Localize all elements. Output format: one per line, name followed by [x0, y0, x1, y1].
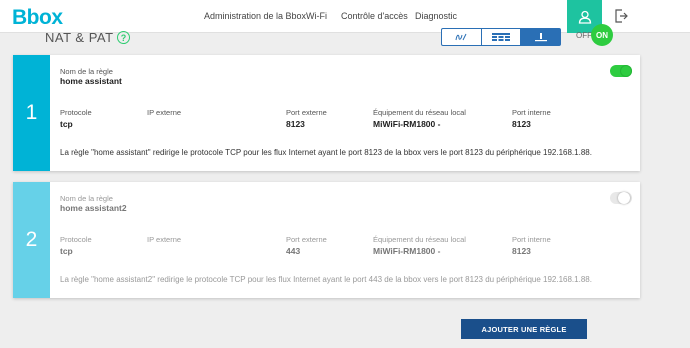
page-title: NAT & PAT [45, 30, 114, 45]
external-port-value: 443 [286, 246, 301, 256]
rule-enabled-toggle[interactable] [610, 65, 632, 77]
nav-administration[interactable]: Administration de la Bbox [204, 11, 306, 21]
external-ip-label: IP externe [147, 235, 182, 244]
local-device-label: Équipement du réseau local [373, 108, 466, 117]
help-icon[interactable]: ? [117, 31, 130, 44]
bbox-logo[interactable]: Bbox [12, 6, 63, 30]
global-off-label: OFF [576, 31, 592, 40]
local-device-value: MiWiFi-RM1800 - [373, 119, 441, 129]
global-on-switch[interactable]: ON [591, 24, 613, 46]
local-device-label: Équipement du réseau local [373, 235, 466, 244]
external-ip-label: IP externe [147, 108, 182, 117]
protocol-label: Protocole [60, 108, 92, 117]
logout-button[interactable] [612, 7, 630, 25]
nav-diagnostic[interactable]: Diagnostic [415, 11, 457, 21]
user-icon [578, 10, 591, 24]
rule-number: 2 [13, 182, 50, 298]
protocol-label: Protocole [60, 235, 92, 244]
protocol-value: tcp [60, 246, 73, 256]
protocol-value: tcp [60, 119, 73, 129]
rule-name-value: home assistant2 [60, 203, 127, 213]
text-view-icon [455, 33, 467, 41]
rule-enabled-toggle[interactable] [610, 192, 632, 204]
view-mode-text-button[interactable] [442, 29, 482, 45]
rule-name-label: Nom de la règle [60, 67, 113, 76]
internal-port-label: Port interne [512, 108, 551, 117]
view-mode-list-button[interactable] [521, 29, 561, 45]
rule-card: 1 Nom de la règle home assistant Protoco… [13, 55, 640, 171]
nav-access-control[interactable]: Contrôle d'accès [341, 11, 408, 21]
rule-number: 1 [13, 55, 50, 171]
local-device-value: MiWiFi-RM1800 - [373, 246, 441, 256]
external-port-label: Port externe [286, 235, 327, 244]
grid-view-icon [492, 33, 510, 41]
view-mode-toggle [441, 28, 561, 46]
external-port-value: 8123 [286, 119, 305, 129]
view-mode-grid-button[interactable] [482, 29, 522, 45]
external-port-label: Port externe [286, 108, 327, 117]
rule-card: 2 Nom de la règle home assistant2 Protoc… [13, 182, 640, 298]
rule-description: La règle "home assistant2" redirige le p… [60, 275, 592, 284]
internal-port-value: 8123 [512, 246, 531, 256]
rule-name-value: home assistant [60, 76, 122, 86]
rule-description: La règle "home assistant" redirige le pr… [60, 148, 592, 157]
internal-port-value: 8123 [512, 119, 531, 129]
nav-wifi[interactable]: Wi-Fi [306, 11, 327, 21]
list-view-icon [534, 33, 547, 42]
internal-port-label: Port interne [512, 235, 551, 244]
top-navigation-bar: Bbox Administration de la Bbox Wi-Fi Con… [0, 0, 690, 33]
add-rule-button[interactable]: AJOUTER UNE RÈGLE [461, 319, 587, 339]
logout-icon [615, 9, 628, 23]
rule-name-label: Nom de la règle [60, 194, 113, 203]
